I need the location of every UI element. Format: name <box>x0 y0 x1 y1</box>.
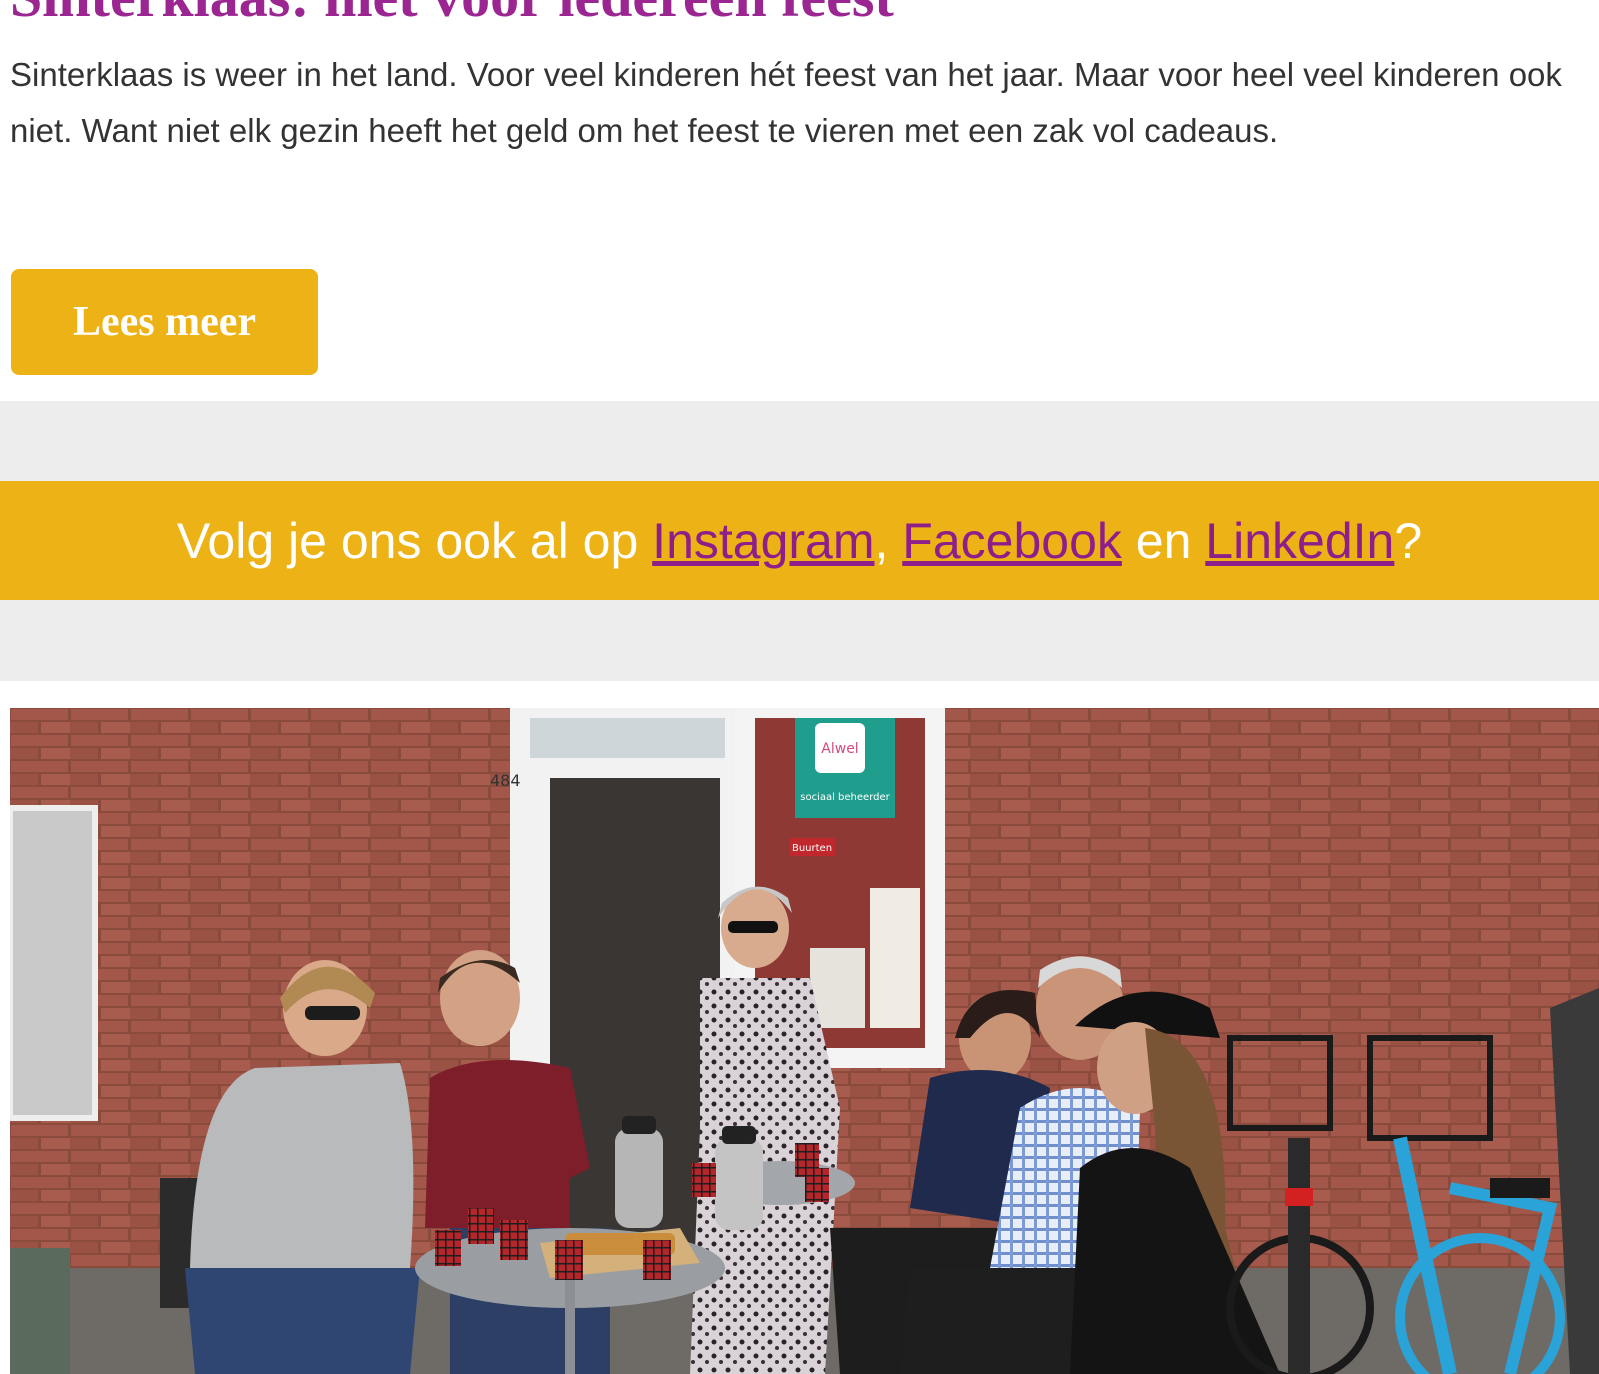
coffee-flask-1-lid <box>622 1116 656 1134</box>
cup-5 <box>643 1240 671 1280</box>
person-2-shirt <box>425 1060 590 1228</box>
cup-8 <box>805 1168 829 1202</box>
person-1-sunglasses <box>305 1006 360 1020</box>
cup-4 <box>555 1240 583 1280</box>
social-suffix-text: ? <box>1394 512 1423 569</box>
cup-2 <box>468 1208 494 1244</box>
table-leg <box>565 1268 575 1374</box>
window-poster <box>870 888 920 1028</box>
facebook-link[interactable]: Facebook <box>902 512 1122 570</box>
article-block: Sinterklaas: niet voor iedereen feest Si… <box>0 0 1599 400</box>
spacer-band-top <box>0 401 1599 481</box>
social-prefix-text: Volg je ons ook al op <box>176 512 653 569</box>
coffee-flask-2 <box>715 1138 763 1230</box>
alwel-logo-text: Alwel <box>821 741 858 757</box>
chair-green <box>10 1248 70 1374</box>
social-separator: , <box>874 512 903 569</box>
cup-1 <box>435 1230 461 1266</box>
linkedin-link[interactable]: LinkedIn <box>1205 512 1394 570</box>
article-intro: Sinterklaas is weer in het land. Voor ve… <box>10 56 1562 149</box>
read-more-button[interactable]: Lees meer <box>11 269 318 375</box>
poster-text: Buurten <box>792 843 832 854</box>
instagram-link[interactable]: Instagram <box>652 512 874 570</box>
article-title[interactable]: Sinterklaas: niet voor iedereen feest <box>10 0 894 32</box>
sign-caption: sociaal beheerder <box>800 792 890 803</box>
person-2-head <box>440 950 520 1046</box>
house-number: 484 <box>490 771 521 790</box>
transom-window <box>530 718 725 758</box>
notice-board <box>10 805 98 1121</box>
social-separator-and: en <box>1121 512 1206 569</box>
coffee-flask-2-lid <box>722 1126 756 1144</box>
person-3-sunglasses <box>728 921 778 933</box>
cup-3 <box>500 1220 528 1260</box>
coffee-flask-1 <box>615 1128 663 1228</box>
social-follow-bar: Volg je ons ook al op Instagram , Facebo… <box>0 481 1599 600</box>
person-1-jeans <box>185 1268 420 1374</box>
community-photo: 484 Alwel sociaal beheerder Buurten <box>10 708 1599 1374</box>
cup-6 <box>692 1163 716 1197</box>
spacer-band-bottom <box>0 600 1599 681</box>
